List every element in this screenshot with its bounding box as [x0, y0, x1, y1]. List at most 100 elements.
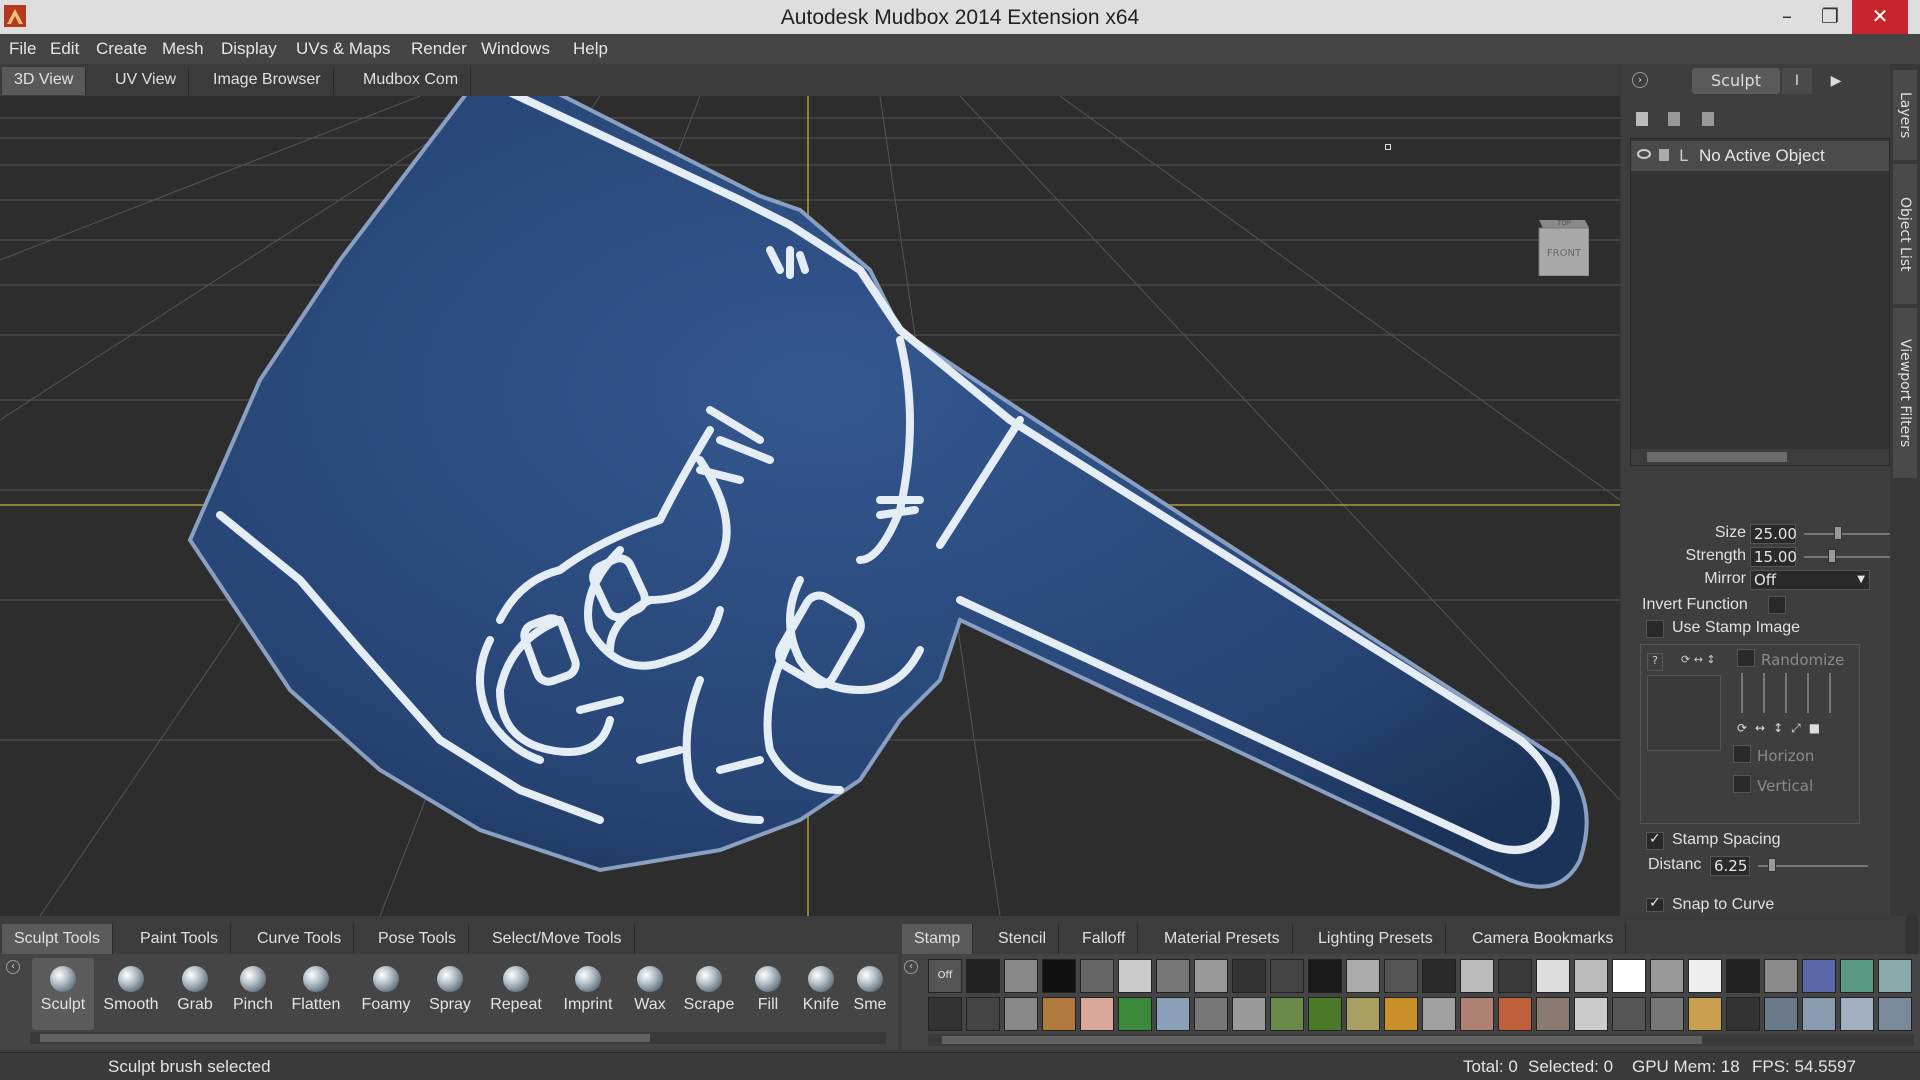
stamp-preview-box[interactable] [1647, 675, 1721, 751]
tray-collapse-icon[interactable]: ‹ [6, 960, 20, 974]
mirror-select[interactable]: Off ▼ [1750, 570, 1870, 590]
menu-render[interactable]: Render [411, 39, 467, 59]
side-tab-viewport-filters[interactable]: Viewport Filters [1893, 308, 1917, 478]
tool-repeat[interactable]: Repeat [485, 958, 547, 1030]
tab-lighting-presets[interactable]: Lighting Presets [1306, 924, 1446, 954]
stamp-thumbnail[interactable] [1422, 959, 1456, 993]
stamp-thumbnail[interactable] [1764, 959, 1798, 993]
side-tab-layers[interactable]: Layers [1893, 70, 1917, 160]
layer-list-scrollbar[interactable] [1631, 449, 1889, 465]
scrollbar-thumb[interactable] [1647, 452, 1787, 462]
stamp-thumbnail[interactable] [1194, 997, 1228, 1031]
stamp-thumbnail[interactable] [1498, 997, 1532, 1031]
tab-curve-tools[interactable]: Curve Tools [245, 924, 355, 954]
viewport-3d[interactable]: TOP FRONT [0, 96, 1620, 916]
menu-create[interactable]: Create [96, 39, 147, 59]
horizon-checkbox[interactable] [1733, 745, 1751, 763]
stamp-tray-scrollbar[interactable] [928, 1034, 1914, 1046]
merge-layer-icon[interactable] [1702, 112, 1714, 126]
stamp-thumbnail[interactable] [1346, 997, 1380, 1031]
stamp-thumbnail[interactable] [1802, 997, 1836, 1031]
tab-mudbox-community[interactable]: Mudbox Com [351, 67, 472, 95]
stamp-thumbnail[interactable] [1346, 959, 1380, 993]
tab-camera-bookmarks[interactable]: Camera Bookmarks [1460, 924, 1627, 954]
stamp-tray-scrollbar-thumb[interactable] [942, 1036, 1702, 1044]
size-slider-track[interactable] [1804, 533, 1894, 535]
tool-grab[interactable]: Grab [164, 958, 226, 1030]
tab-pose-tools[interactable]: Pose Tools [366, 924, 469, 954]
tab-uv-view[interactable]: UV View [103, 67, 190, 95]
stamp-thumbnail[interactable] [1574, 997, 1608, 1031]
stamp-thumbnail[interactable] [1004, 997, 1038, 1031]
stamp-thumbnail[interactable] [1536, 959, 1570, 993]
stamp-thumbnail[interactable] [1384, 959, 1418, 993]
tool-smear[interactable]: Sme [846, 958, 894, 1030]
stamp-thumbnail[interactable] [1612, 997, 1646, 1031]
tool-smooth[interactable]: Smooth [100, 958, 162, 1030]
size-slider-knob[interactable] [1834, 526, 1842, 540]
stamp-thumbnail[interactable] [966, 997, 1000, 1031]
tool-tray-scrollbar[interactable] [30, 1032, 886, 1044]
minimize-button[interactable]: – [1765, 0, 1809, 34]
stamp-thumbnail[interactable] [1194, 959, 1228, 993]
randomize-checkbox[interactable] [1737, 649, 1755, 667]
tab-material-presets[interactable]: Material Presets [1152, 924, 1293, 954]
stamp-help-icon[interactable]: ? [1647, 653, 1663, 671]
tool-scrape[interactable]: Scrape [678, 958, 740, 1030]
stamp-thumbnail[interactable] [1308, 959, 1342, 993]
stamp-thumbnail[interactable] [1422, 997, 1456, 1031]
stamp-thumbnail[interactable] [1118, 959, 1152, 993]
invert-function-checkbox[interactable] [1768, 596, 1786, 614]
stamp-thumbnail[interactable] [1460, 959, 1494, 993]
tool-tray-scrollbar-thumb[interactable] [40, 1034, 650, 1042]
tool-sculpt[interactable]: Sculpt [32, 958, 94, 1030]
menu-mesh[interactable]: Mesh [162, 39, 204, 59]
tab-select-move-tools[interactable]: Select/Move Tools [480, 924, 635, 954]
tab-sculpt-tools[interactable]: Sculpt Tools [2, 924, 113, 954]
stamp-thumbnail[interactable] [1080, 959, 1114, 993]
menu-edit[interactable]: Edit [50, 39, 79, 59]
snap-to-curve-checkbox[interactable]: ✓ [1646, 895, 1664, 912]
side-tab-object-list[interactable]: Object List [1893, 164, 1917, 304]
new-layer-icon[interactable] [1636, 112, 1648, 126]
stamp-thumbnail[interactable] [1726, 997, 1760, 1031]
stamp-thumbnail[interactable] [1536, 997, 1570, 1031]
stamp-off[interactable]: Off [928, 959, 962, 993]
stamp-thumbnail[interactable] [1878, 959, 1912, 993]
vertical-checkbox[interactable] [1733, 775, 1751, 793]
stamp-thumbnail[interactable] [1270, 959, 1304, 993]
stamp-thumbnail[interactable] [928, 997, 962, 1031]
layer-row[interactable]: L No Active Object [1631, 141, 1889, 171]
tab-stamp[interactable]: Stamp [902, 924, 974, 954]
stamp-thumbnail[interactable] [1878, 997, 1912, 1031]
stamp-thumbnail[interactable] [1726, 959, 1760, 993]
stamp-tray-collapse-icon[interactable]: ‹ [904, 960, 918, 974]
stamp-thumbnail[interactable] [1650, 997, 1684, 1031]
stamp-thumbnail[interactable] [1688, 959, 1722, 993]
distance-slider-knob[interactable] [1768, 858, 1776, 872]
tool-knife[interactable]: Knife [790, 958, 852, 1030]
stamp-thumbnail[interactable] [1232, 959, 1266, 993]
strength-input[interactable]: 15.00 [1750, 547, 1797, 567]
layer-list[interactable]: L No Active Object [1630, 138, 1890, 466]
stamp-thumbnail[interactable] [1688, 997, 1722, 1031]
tool-spray[interactable]: Spray [419, 958, 481, 1030]
use-stamp-image-checkbox[interactable] [1646, 620, 1664, 638]
menu-file[interactable]: File [9, 39, 36, 59]
panel-collapse-icon[interactable]: › [1632, 72, 1648, 88]
distance-input[interactable]: 6.25 [1710, 856, 1750, 876]
stamp-thumbnail[interactable] [1156, 997, 1190, 1031]
stamp-thumbnail[interactable] [1080, 997, 1114, 1031]
tool-flatten[interactable]: Flatten [285, 958, 347, 1030]
stamp-thumbnail[interactable] [1460, 997, 1494, 1031]
stamp-thumbnail[interactable] [1232, 997, 1266, 1031]
stamp-thumbnail[interactable] [1650, 959, 1684, 993]
stamp-thumbnail[interactable] [1574, 959, 1608, 993]
tab-paint-tools[interactable]: Paint Tools [128, 924, 231, 954]
tab-stencil[interactable]: Stencil [986, 924, 1060, 954]
stamp-thumbnail[interactable] [966, 959, 1000, 993]
size-input[interactable]: 25.00 [1750, 524, 1797, 544]
viewcube-widget[interactable]: TOP FRONT [1535, 214, 1589, 276]
stamp-thumbnail[interactable] [1840, 997, 1874, 1031]
stamp-thumbnail[interactable] [1764, 997, 1798, 1031]
